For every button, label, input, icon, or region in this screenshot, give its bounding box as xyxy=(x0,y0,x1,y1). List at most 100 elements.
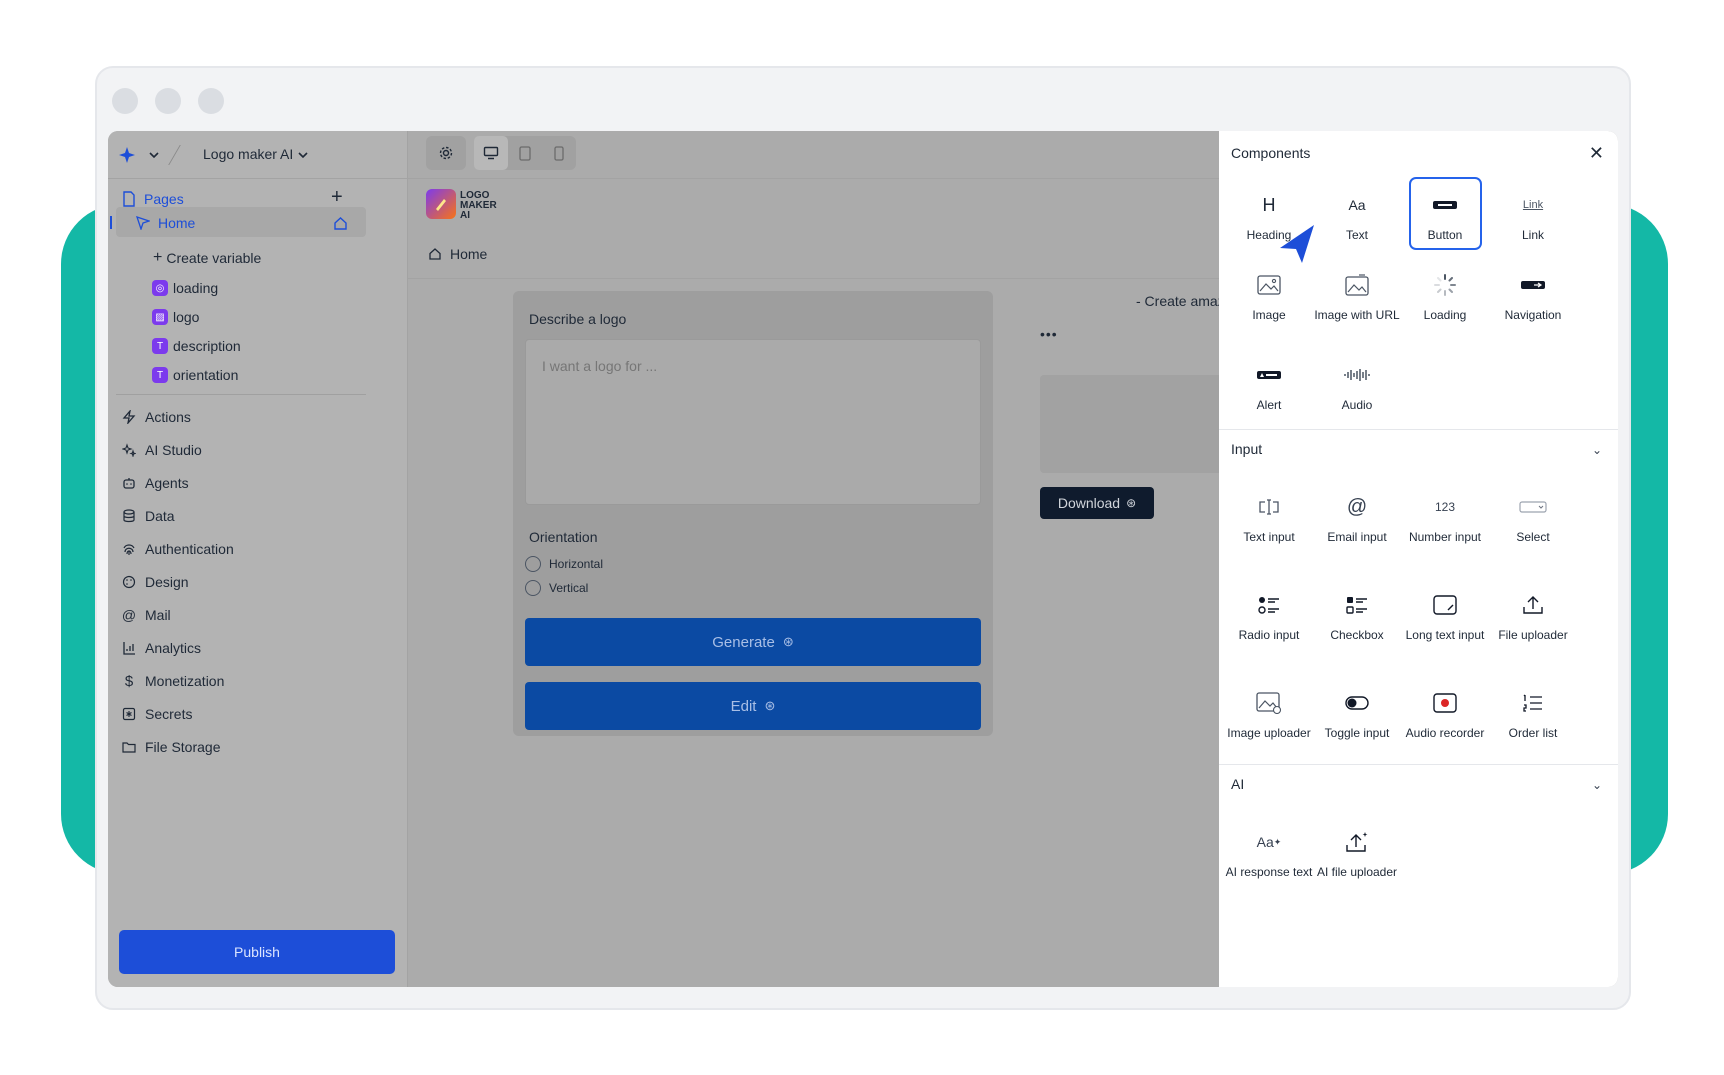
component-label: Loading xyxy=(1423,308,1467,322)
pages-label: Pages xyxy=(144,191,184,207)
desktop-icon[interactable] xyxy=(474,136,508,170)
variable-name: orientation xyxy=(173,367,239,383)
component-image[interactable]: Image xyxy=(1221,267,1317,323)
describe-logo-card: Describe a logo I want a logo for ... Or… xyxy=(513,291,993,736)
component-radio-input[interactable]: Radio input xyxy=(1221,587,1317,643)
app-window: Logo maker AI Pages + Home + Create vari… xyxy=(108,131,1618,987)
divider xyxy=(1219,429,1618,430)
window-dot-minimize[interactable] xyxy=(155,88,181,114)
sidebar-item-monetization[interactable]: $ Monetization xyxy=(120,672,225,690)
component-audio-recorder[interactable]: Audio recorder xyxy=(1397,685,1493,741)
nav-label: Analytics xyxy=(145,640,202,656)
component-label: Navigation xyxy=(1504,308,1562,322)
nav-label: Design xyxy=(145,574,189,590)
sidebar-item-authentication[interactable]: Authentication xyxy=(120,540,234,558)
generate-button[interactable]: Generate ⊛ xyxy=(525,618,981,666)
description-textarea[interactable]: I want a logo for ... xyxy=(525,339,981,505)
collapse-chevron-icon[interactable]: ⌄ xyxy=(1592,778,1602,792)
sidebar-item-design[interactable]: Design xyxy=(120,573,189,591)
tablet-icon[interactable] xyxy=(508,136,542,170)
component-order-list[interactable]: Order list xyxy=(1485,685,1581,741)
component-ai-response-text[interactable]: Aa ✦ AI response text xyxy=(1221,824,1317,880)
dollar-icon: $ xyxy=(124,672,134,690)
component-ai-file-uploader[interactable]: AI file uploader xyxy=(1309,824,1405,880)
edit-button[interactable]: Edit ⊛ xyxy=(525,682,981,730)
component-navigation[interactable]: Navigation xyxy=(1485,267,1581,323)
sidebar-item-analytics[interactable]: Analytics xyxy=(120,639,201,657)
alert-icon xyxy=(1221,357,1317,393)
section-ai-label[interactable]: AI xyxy=(1231,776,1244,792)
component-checkbox[interactable]: Checkbox xyxy=(1309,587,1405,643)
logo-preview xyxy=(1040,375,1219,473)
window-dot-close[interactable] xyxy=(112,88,138,114)
sidebar-item-actions[interactable]: Actions xyxy=(120,408,191,426)
sidebar-item-data[interactable]: Data xyxy=(120,507,175,525)
select-icon xyxy=(1485,489,1581,525)
radio-circle-icon xyxy=(525,556,541,572)
radio-horizontal[interactable]: Horizontal xyxy=(525,556,603,572)
component-image-with-url[interactable]: Image with URL xyxy=(1309,267,1405,323)
publish-button[interactable]: Publish xyxy=(119,930,395,974)
download-label: Download xyxy=(1057,495,1121,511)
collapse-chevron-icon[interactable]: ⌄ xyxy=(1592,443,1602,457)
nav-label: Agents xyxy=(145,475,189,491)
component-label: Select xyxy=(1516,530,1550,544)
component-toggle-input[interactable]: Toggle input xyxy=(1309,685,1405,741)
close-icon[interactable]: ✕ xyxy=(1589,143,1604,164)
sparkle-logo-icon[interactable] xyxy=(118,146,136,164)
more-options-icon[interactable]: ••• xyxy=(1040,326,1058,342)
component-long-text-input[interactable]: Long text input xyxy=(1397,587,1493,643)
sidebar-item-file-storage[interactable]: File Storage xyxy=(120,738,220,756)
component-text[interactable]: Aa Text xyxy=(1309,187,1405,243)
settings-gear-icon[interactable] xyxy=(426,136,466,170)
variable-item[interactable]: T orientation xyxy=(152,367,238,383)
component-alert[interactable]: Alert xyxy=(1221,357,1317,413)
panel-title: Components xyxy=(1231,145,1311,161)
download-button[interactable]: Download ⊛ xyxy=(1040,487,1154,519)
component-number-input[interactable]: 123 Number input xyxy=(1397,489,1493,545)
sidebar-item-ai-studio[interactable]: AI Studio xyxy=(120,441,202,459)
chevron-down-icon[interactable] xyxy=(145,146,163,164)
variable-item[interactable]: ◎ loading xyxy=(152,280,218,296)
component-label: Radio input xyxy=(1238,628,1300,642)
home-row[interactable]: Home xyxy=(134,214,195,232)
component-audio[interactable]: Audio xyxy=(1309,357,1405,413)
component-label: Audio recorder xyxy=(1405,726,1485,740)
image-uploader-icon xyxy=(1221,685,1317,721)
create-variable-button[interactable]: + Create variable xyxy=(153,249,261,267)
component-image-uploader[interactable]: Image uploader xyxy=(1221,685,1317,741)
section-input-label[interactable]: Input xyxy=(1231,441,1262,457)
sidebar-item-secrets[interactable]: Secrets xyxy=(120,705,192,723)
radio-vertical[interactable]: Vertical xyxy=(525,580,588,596)
variable-item[interactable]: ▨ logo xyxy=(152,309,199,325)
mobile-icon[interactable] xyxy=(542,136,576,170)
edit-label: Edit xyxy=(730,697,757,715)
pages-header[interactable]: Pages xyxy=(120,190,184,208)
component-text-input[interactable]: Text input xyxy=(1221,489,1317,545)
home-label: Home xyxy=(158,215,196,231)
image-url-icon xyxy=(1309,267,1405,303)
database-icon xyxy=(120,507,138,525)
canvas-breadcrumb[interactable]: Home xyxy=(426,245,487,263)
project-chevron-down-icon[interactable] xyxy=(294,146,312,164)
sparkles-icon xyxy=(120,441,138,459)
sidebar-item-mail[interactable]: @ Mail xyxy=(120,606,171,624)
nav-label: Mail xyxy=(145,607,171,623)
component-select[interactable]: Select xyxy=(1485,489,1581,545)
image-icon xyxy=(1221,267,1317,303)
robot-icon xyxy=(120,474,138,492)
component-file-uploader[interactable]: File uploader xyxy=(1485,587,1581,643)
project-name[interactable]: Logo maker AI xyxy=(203,146,293,162)
variable-item[interactable]: T description xyxy=(152,338,241,354)
component-loading[interactable]: Loading xyxy=(1397,267,1493,323)
add-page-icon[interactable]: + xyxy=(331,186,343,209)
navigation-icon xyxy=(1485,267,1581,303)
window-dot-maximize[interactable] xyxy=(198,88,224,114)
sidebar-item-agents[interactable]: Agents xyxy=(120,474,189,492)
component-link[interactable]: Link Link xyxy=(1485,187,1581,243)
component-label: Checkbox xyxy=(1330,628,1384,642)
component-email-input[interactable]: @ Email input xyxy=(1309,489,1405,545)
variable-name: description xyxy=(173,338,241,354)
upload-icon xyxy=(1485,587,1581,623)
heading-icon: H xyxy=(1262,195,1276,215)
